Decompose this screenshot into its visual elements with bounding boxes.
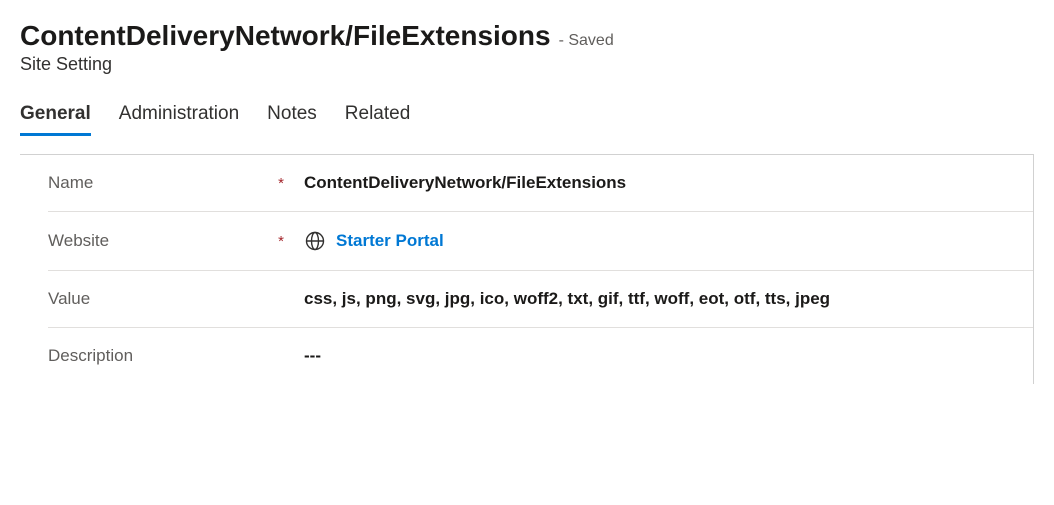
tab-related[interactable]: Related [345, 103, 411, 136]
label-cell: Website * [48, 231, 304, 251]
tab-notes[interactable]: Notes [267, 103, 317, 136]
label-cell: Value [48, 289, 304, 309]
globe-icon [304, 230, 326, 252]
value-value[interactable]: css, js, png, svg, jpg, ico, woff2, txt,… [304, 289, 1033, 309]
website-label: Website [48, 231, 109, 251]
form-container: Name * ContentDeliveryNetwork/FileExtens… [20, 154, 1034, 384]
tab-general[interactable]: General [20, 103, 91, 136]
tab-administration[interactable]: Administration [119, 103, 239, 136]
name-label: Name [48, 173, 93, 193]
label-cell: Description [48, 346, 304, 366]
website-value-cell[interactable]: Starter Portal [304, 230, 1033, 252]
description-label: Description [48, 346, 133, 366]
field-row-value: Value css, js, png, svg, jpg, ico, woff2… [48, 271, 1033, 328]
field-row-name: Name * ContentDeliveryNetwork/FileExtens… [48, 155, 1033, 212]
save-status: - Saved [559, 32, 614, 50]
page-title: ContentDeliveryNetwork/FileExtensions [20, 20, 551, 52]
title-row: ContentDeliveryNetwork/FileExtensions - … [20, 20, 1034, 52]
required-mark: * [278, 175, 284, 192]
website-link[interactable]: Starter Portal [336, 231, 444, 251]
page-subtitle: Site Setting [20, 54, 1034, 75]
field-row-website: Website * Starter Portal [48, 212, 1033, 271]
description-value[interactable]: --- [304, 346, 1033, 366]
name-value[interactable]: ContentDeliveryNetwork/FileExtensions [304, 173, 1033, 193]
tab-list: General Administration Notes Related [20, 103, 1034, 136]
value-label: Value [48, 289, 90, 309]
field-row-description: Description --- [48, 328, 1033, 384]
required-mark: * [278, 233, 284, 250]
page-header: ContentDeliveryNetwork/FileExtensions - … [20, 20, 1034, 75]
label-cell: Name * [48, 173, 304, 193]
